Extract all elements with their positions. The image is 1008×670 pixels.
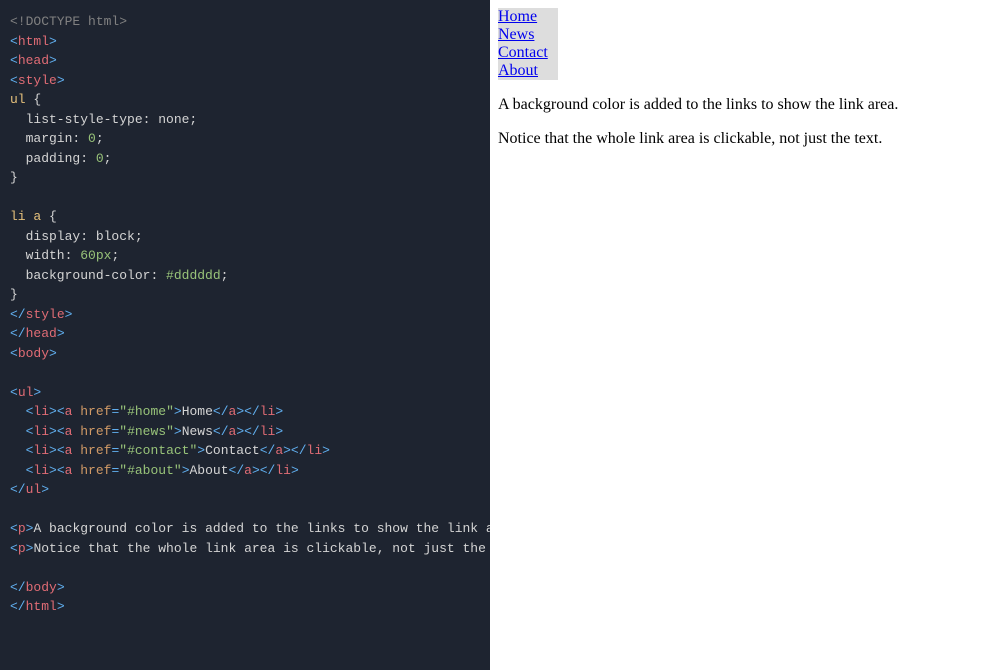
code-line: </body> (10, 578, 480, 598)
nav-item-home: Home (498, 8, 1000, 26)
nav-link-about[interactable]: About (498, 62, 558, 80)
code-line: <style> (10, 71, 480, 91)
nav-link-home[interactable]: Home (498, 8, 558, 26)
code-line (10, 188, 480, 208)
code-line: display: block; (10, 227, 480, 247)
app-container: <!DOCTYPE html> <html> <head> <style> ul… (0, 0, 1008, 670)
code-editor-pane[interactable]: <!DOCTYPE html> <html> <head> <style> ul… (0, 0, 490, 670)
code-line: <li><a href="#news">News</a></li> (10, 422, 480, 442)
code-line: <html> (10, 32, 480, 52)
code-line: </html> (10, 597, 480, 617)
nav-link-contact[interactable]: Contact (498, 44, 558, 62)
code-line: <body> (10, 344, 480, 364)
nav-list: Home News Contact About (498, 8, 1000, 80)
code-line: list-style-type: none; (10, 110, 480, 130)
code-line (10, 500, 480, 520)
code-line (10, 363, 480, 383)
nav-item-news: News (498, 26, 1000, 44)
code-line: </ul> (10, 480, 480, 500)
code-line: <li><a href="#home">Home</a></li> (10, 402, 480, 422)
code-line: <ul> (10, 383, 480, 403)
paragraph-2: Notice that the whole link area is click… (498, 130, 1000, 148)
code-line (10, 558, 480, 578)
preview-pane: Home News Contact About A background col… (490, 0, 1008, 670)
code-line: li a { (10, 207, 480, 227)
code-line: padding: 0; (10, 149, 480, 169)
nav-link-news[interactable]: News (498, 26, 558, 44)
code-line: } (10, 168, 480, 188)
paragraph-1: A background color is added to the links… (498, 96, 1000, 114)
code-line: background-color: #dddddd; (10, 266, 480, 286)
code-line: <p>Notice that the whole link area is cl… (10, 539, 480, 559)
code-line: margin: 0; (10, 129, 480, 149)
code-line: </head> (10, 324, 480, 344)
code-line: width: 60px; (10, 246, 480, 266)
code-line: <li><a href="#contact">Contact</a></li> (10, 441, 480, 461)
code-line: <p>A background color is added to the li… (10, 519, 480, 539)
code-line: } (10, 285, 480, 305)
code-line: <!DOCTYPE html> (10, 12, 480, 32)
code-line: ul { (10, 90, 480, 110)
nav-item-contact: Contact (498, 44, 1000, 62)
code-line: <head> (10, 51, 480, 71)
nav-item-about: About (498, 62, 1000, 80)
code-line: </style> (10, 305, 480, 325)
code-line: <li><a href="#about">About</a></li> (10, 461, 480, 481)
